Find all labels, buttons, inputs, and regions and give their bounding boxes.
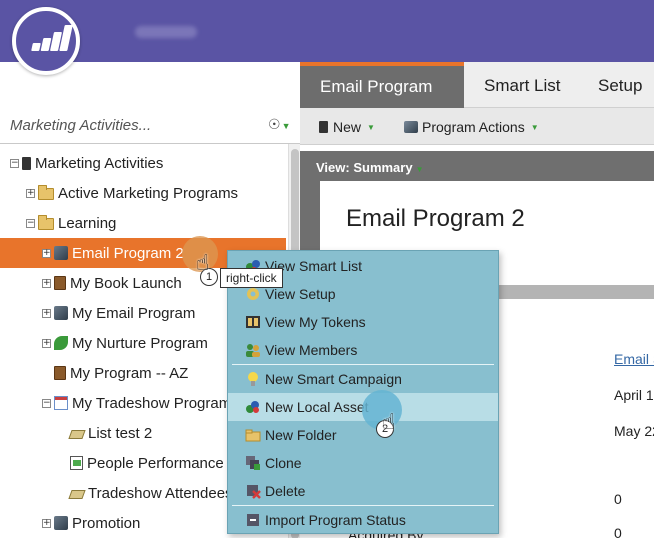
- toolbar: New ▼ Program Actions ▼: [300, 108, 654, 145]
- tree-item-marketing-activities[interactable]: − Marketing Activities: [0, 148, 286, 178]
- local-asset-icon: [245, 399, 261, 415]
- email-link[interactable]: Email S: [614, 351, 654, 367]
- menu-item-label: New Local Asset: [265, 399, 369, 415]
- lightbulb-icon: [245, 371, 261, 387]
- tree-item-label: My Tradeshow Program: [72, 394, 232, 412]
- tree-item-label: Marketing Activities: [35, 154, 164, 172]
- menu-item-label: New Smart Campaign: [265, 371, 402, 387]
- new-icon: [319, 121, 328, 133]
- menu-item-label: Delete: [265, 483, 306, 499]
- count-value: 0: [614, 525, 622, 538]
- tree-item-label: My Program -- AZ: [70, 364, 189, 382]
- list-icon: [68, 430, 86, 439]
- program-root-icon: [22, 156, 31, 170]
- book-icon: [54, 276, 66, 290]
- expand-icon[interactable]: +: [42, 308, 51, 318]
- right-click-tooltip: right-click: [220, 268, 283, 288]
- date-value: May 22: [614, 423, 654, 439]
- folder-icon: [38, 184, 54, 200]
- tree-item-label: Learning: [58, 214, 117, 232]
- tree-item-label: My Email Program: [72, 304, 196, 322]
- menu-item-clone[interactable]: Clone: [228, 449, 498, 477]
- tree-item-label: Active Marketing Programs: [58, 184, 239, 202]
- view-label: View: Summary: [316, 160, 413, 175]
- menu-item-label: New Folder: [265, 427, 337, 443]
- tree-search-input[interactable]: Marketing Activities...: [10, 117, 151, 134]
- tree-item-label: Promotion: [72, 514, 141, 532]
- page-title: Email Program 2: [346, 205, 525, 232]
- new-button[interactable]: New ▼: [319, 119, 375, 135]
- menu-item-label: Import Program Status: [265, 512, 406, 528]
- dropdown-arrow-icon: ▼: [530, 122, 539, 132]
- calendar-icon: [54, 396, 68, 410]
- date-value: April 1: [614, 387, 654, 403]
- program-actions-button[interactable]: Program Actions ▼: [404, 119, 539, 135]
- clone-icon: [245, 455, 261, 471]
- tree-item-learning[interactable]: − Learning: [0, 208, 286, 238]
- collapse-icon[interactable]: −: [42, 398, 51, 408]
- tree-item-label: Tradeshow Attendees: [88, 484, 233, 502]
- folder-open-icon: [38, 214, 54, 230]
- report-icon: [70, 456, 83, 470]
- tree-item-label: List test 2: [88, 424, 153, 442]
- list-icon: [68, 490, 86, 499]
- app-window: Marketing Activities... ☉▼ − Marketing A…: [0, 0, 654, 538]
- delete-icon: [245, 483, 261, 499]
- menu-item-new-smart-campaign[interactable]: New Smart Campaign: [228, 365, 498, 393]
- menu-item-label: View My Tokens: [265, 314, 366, 330]
- expand-icon[interactable]: +: [42, 518, 51, 528]
- top-header: [0, 0, 654, 62]
- filter-icon[interactable]: ☉▼: [268, 116, 290, 133]
- expand-icon[interactable]: +: [42, 278, 51, 288]
- tree-item-active-marketing-programs[interactable]: + Active Marketing Programs: [0, 178, 286, 208]
- email-program-icon: [54, 516, 68, 530]
- tab-email-program-2[interactable]: Email Program 2: [300, 62, 464, 138]
- context-menu: View Smart List View Setup View My Token…: [227, 250, 499, 534]
- tree-item-label: My Nurture Program: [72, 334, 208, 352]
- menu-item-delete[interactable]: Delete: [228, 477, 498, 505]
- expand-icon[interactable]: +: [42, 338, 51, 348]
- collapse-icon[interactable]: −: [26, 218, 35, 228]
- program-actions-icon: [404, 121, 418, 133]
- members-icon: [245, 342, 261, 358]
- email-program-icon: [54, 246, 68, 260]
- menu-item-label: Clone: [265, 455, 302, 471]
- menu-item-label: View Setup: [265, 286, 336, 302]
- program-actions-label: Program Actions: [422, 119, 525, 135]
- hand-cursor-icon: ☝: [196, 251, 210, 276]
- menu-item-label: View Members: [265, 342, 358, 358]
- setup-icon: [245, 286, 261, 302]
- expand-icon[interactable]: +: [26, 188, 35, 198]
- hand-cursor-icon: ☝: [382, 410, 396, 435]
- email-program-icon: [54, 306, 68, 320]
- marketo-logo[interactable]: [12, 7, 80, 75]
- tab-smart-list[interactable]: Smart List: [464, 62, 581, 108]
- tree-item-label: People Performance: [87, 454, 224, 472]
- folder-icon: [245, 427, 261, 443]
- menu-item-new-folder[interactable]: New Folder: [228, 421, 498, 449]
- tab-bar: Email Program 2 Smart List Setup: [300, 62, 654, 138]
- view-summary-bar: View: Summary ▼: [300, 151, 654, 181]
- menu-item-view-my-tokens[interactable]: View My Tokens: [228, 308, 498, 336]
- menu-item-import-program-status[interactable]: Import Program Status: [228, 506, 498, 534]
- tree-item-label: My Book Launch: [70, 274, 182, 292]
- menu-item-view-members[interactable]: View Members: [228, 336, 498, 364]
- tree-item-label: Email Program 2: [72, 244, 184, 262]
- book-icon: [54, 366, 66, 380]
- blurred-account-name: [135, 26, 197, 38]
- collapse-icon[interactable]: −: [10, 158, 19, 168]
- count-value: 0: [614, 491, 622, 507]
- dropdown-arrow-icon: ▼: [415, 165, 424, 174]
- nurture-icon: [54, 336, 68, 350]
- expand-icon[interactable]: +: [42, 248, 51, 258]
- dropdown-arrow-icon: ▼: [367, 122, 375, 132]
- tab-setup[interactable]: Setup: [578, 62, 654, 108]
- tokens-icon: [245, 314, 261, 330]
- view-selector[interactable]: View: Summary ▼: [316, 160, 424, 175]
- new-button-label: New: [333, 119, 362, 135]
- import-icon: [245, 512, 261, 528]
